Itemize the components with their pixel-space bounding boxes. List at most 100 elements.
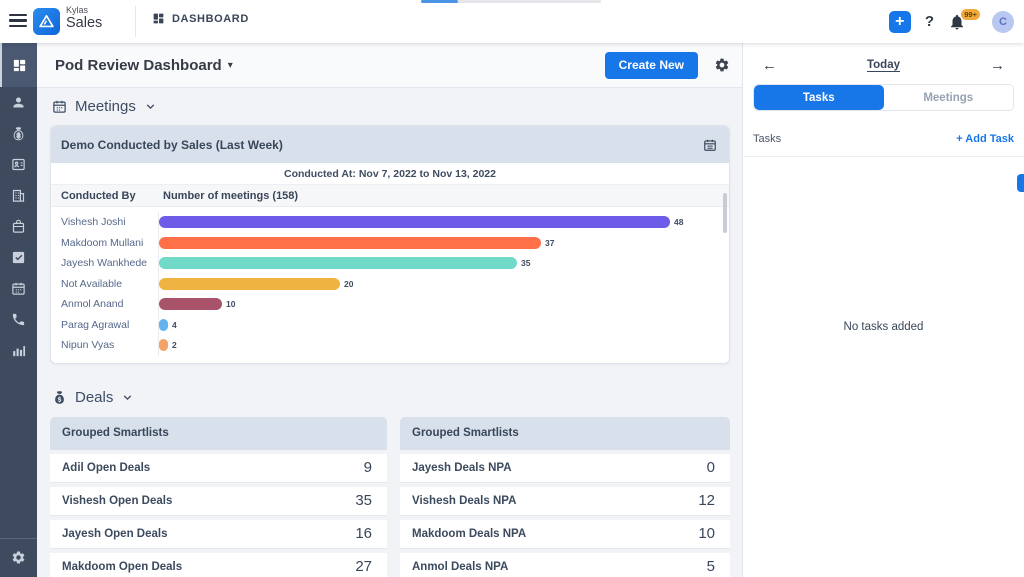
quick-add-button[interactable]: + <box>889 11 911 33</box>
hamburger-menu-icon[interactable] <box>9 14 27 28</box>
edge-widget-tab[interactable] <box>1017 174 1024 192</box>
tab-tasks[interactable]: Tasks <box>754 85 884 110</box>
smartlist-row-value: 35 <box>355 492 372 509</box>
smartlist-row[interactable]: Makdoom Open Deals27 <box>50 553 387 577</box>
smartlist-row-value: 9 <box>364 459 372 476</box>
avatar[interactable]: C <box>992 11 1014 33</box>
deals-section-header[interactable]: Deals <box>52 389 730 406</box>
top-bar: Kylas Sales DASHBOARD + ? 99+ C <box>0 0 1024 43</box>
title-caret-icon[interactable]: ▾ <box>228 60 233 71</box>
chart-row-label: Anmol Anand <box>51 294 159 315</box>
nav-dashboard-label: DASHBOARD <box>172 13 249 25</box>
sidebar-item-deals[interactable] <box>0 118 37 149</box>
smartlist-row-label: Makdoom Open Deals <box>62 561 182 573</box>
divider <box>135 6 136 37</box>
sidebar-item-companies[interactable] <box>0 180 37 211</box>
chart-subtitle: Conducted At: Nov 7, 2022 to Nov 13, 202… <box>284 168 496 180</box>
sidebar-item-meetings[interactable] <box>0 273 37 304</box>
loading-indicator <box>421 0 601 3</box>
bar-chart-icon <box>11 343 26 358</box>
chart-row-label: Jayesh Wankhede <box>51 253 159 274</box>
smartlist-row-value: 5 <box>707 558 715 575</box>
chart-row: Parag Agrawal4 <box>51 315 729 336</box>
sidebar-item-calls[interactable] <box>0 304 37 335</box>
dashboard-header: Pod Review Dashboard ▾ Create New <box>37 43 742 88</box>
chart-bar-value: 10 <box>226 299 235 309</box>
meetings-section-label: Meetings <box>75 98 136 115</box>
chart-row: Anmol Anand 10 <box>51 294 729 315</box>
chart-title: Demo Conducted by Sales (Last Week) <box>61 138 283 152</box>
page-title[interactable]: Pod Review Dashboard <box>55 57 222 74</box>
sidebar-bottom <box>0 538 37 577</box>
notifications-button[interactable]: 99+ <box>948 10 978 34</box>
dashboard-settings-gear-icon[interactable] <box>714 57 730 73</box>
nav-dashboard[interactable]: DASHBOARD <box>152 12 249 25</box>
smartlist-row-label: Makdoom Deals NPA <box>412 528 526 540</box>
chart-card-header: Demo Conducted by Sales (Last Week) <box>51 126 729 163</box>
smartlist-row[interactable]: Adil Open Deals9 <box>50 454 387 483</box>
smartlist-row[interactable]: Makdoom Deals NPA10 <box>400 520 730 549</box>
chart-row-label: Parag Agrawal <box>51 315 159 336</box>
today-link[interactable]: Today <box>777 59 990 71</box>
chart-bar <box>159 298 222 310</box>
tab-meetings[interactable]: Meetings <box>884 85 1014 110</box>
kylas-logo[interactable] <box>33 8 60 35</box>
smartlist-row-label: Jayesh Deals NPA <box>412 462 512 474</box>
previous-day-arrow-icon[interactable]: ← <box>762 57 777 74</box>
demo-chart-card: Demo Conducted by Sales (Last Week) Cond… <box>50 125 730 364</box>
sidebar-item-products[interactable] <box>0 211 37 242</box>
column-number-of-meetings: Number of meetings (158) <box>159 190 298 202</box>
meetings-section-header[interactable]: Meetings <box>52 98 730 115</box>
phone-icon <box>11 312 26 327</box>
smartlist-row[interactable]: Jayesh Open Deals16 <box>50 520 387 549</box>
main-content: Pod Review Dashboard ▾ Create New Meetin… <box>37 43 742 577</box>
chart-row: Jayesh Wankhede 35 <box>51 253 729 274</box>
tasks-label: Tasks <box>753 133 781 145</box>
sidebar-item-dashboard[interactable] <box>0 43 37 87</box>
chart-bar-value: 2 <box>172 340 177 350</box>
smartlist-row[interactable]: Vishesh Open Deals 35 <box>50 487 387 516</box>
gear-icon <box>11 550 26 565</box>
date-range-calendar-icon[interactable] <box>703 138 717 152</box>
money-bag-icon <box>11 126 26 141</box>
smartlist-row-value: 12 <box>698 492 715 509</box>
smartlist-row-label: Vishesh Deals NPA <box>412 495 516 507</box>
brand-name: Kylas Sales <box>66 5 102 32</box>
smartlist-row[interactable]: Anmol Deals NPA 5 <box>400 553 730 577</box>
chart-bar <box>159 216 670 228</box>
chart-row-label: Nipun Vyas <box>51 335 159 356</box>
briefcase-icon <box>11 219 26 234</box>
contact-card-icon <box>11 157 26 172</box>
chart-bar-value: 35 <box>521 258 530 268</box>
sidebar-item-contacts[interactable] <box>0 87 37 118</box>
notification-badge: 99+ <box>961 9 980 21</box>
smartlist-header: Grouped Smartlists <box>400 417 730 450</box>
dashboard-body: Meetings Demo Conducted by Sales (Last W… <box>37 89 742 577</box>
sidebar-item-reports[interactable] <box>0 335 37 366</box>
sidebar-item-tasks[interactable] <box>0 242 37 273</box>
smartlist-row[interactable]: Jayesh Deals NPA 0 <box>400 454 730 483</box>
right-panel: ← Today → Tasks Meetings Tasks + Add Tas… <box>742 43 1024 577</box>
create-new-button[interactable]: Create New <box>605 52 698 79</box>
chart-row: Makdoom Mullani37 <box>51 233 729 254</box>
smartlist-row-value: 0 <box>707 459 715 476</box>
chart-bar <box>159 237 541 249</box>
chart-row: Not Available20 <box>51 274 729 295</box>
building-icon <box>11 188 26 203</box>
chevron-down-icon <box>121 391 134 404</box>
empty-tasks-message: No tasks added <box>743 321 1024 333</box>
add-task-button[interactable]: + Add Task <box>956 133 1014 145</box>
smartlist-row-label: Anmol Deals NPA <box>412 561 508 573</box>
logo-triangle-icon <box>38 13 55 30</box>
help-icon[interactable]: ? <box>925 13 934 30</box>
next-day-arrow-icon[interactable]: → <box>990 57 1005 74</box>
sidebar-item-settings[interactable] <box>0 545 37 569</box>
divider <box>743 156 1024 157</box>
smartlist-row[interactable]: Vishesh Deals NPA 12 <box>400 487 730 516</box>
chart-row-label: Not Available <box>51 274 159 295</box>
sidebar-item-leads[interactable] <box>0 149 37 180</box>
person-icon <box>11 95 26 110</box>
smartlist-row-label: Vishesh Open Deals <box>62 495 172 507</box>
chart-bar <box>159 257 517 269</box>
chart-scrollbar-thumb[interactable] <box>723 193 727 233</box>
